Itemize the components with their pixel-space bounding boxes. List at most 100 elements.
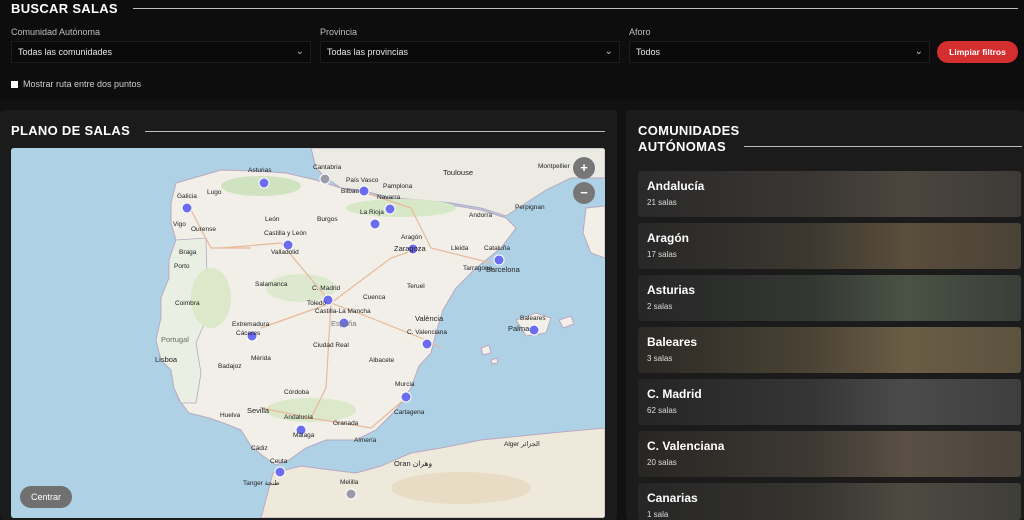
map-label-teruel: Teruel — [407, 283, 425, 290]
community-card-c-madrid[interactable]: C. Madrid 62 salas — [638, 379, 1021, 425]
map-label-espana: España — [331, 319, 357, 328]
community-card-asturias[interactable]: Asturias 2 salas — [638, 275, 1021, 321]
map-label-perpignan: Perpignan — [515, 204, 545, 211]
community-card-aragon[interactable]: Aragón 17 salas — [638, 223, 1021, 269]
map-label-navarra: Navarra — [377, 194, 401, 201]
map-label-extremadura: Extremadura — [232, 321, 270, 328]
map-view[interactable]: Asturias Cantabria País Vasco Navarra La… — [11, 148, 605, 518]
community-card-name: Asturias — [647, 283, 696, 297]
map-label-andalucia: Andalucía — [284, 414, 313, 421]
map-label-asturias: Asturias — [248, 167, 272, 174]
route-checkbox-label: Mostrar ruta entre dos puntos — [23, 79, 142, 89]
map-label-bilbao: Bilbao — [341, 188, 360, 195]
map-label-c-valenciana: C. Valenciana — [407, 329, 447, 336]
community-card-baleares[interactable]: Baleares 3 salas — [638, 327, 1021, 373]
map-label-ourense: Ourense — [191, 226, 216, 233]
clear-filters-button[interactable]: Limpiar filtros — [937, 41, 1018, 63]
map-label-burgos: Burgos — [317, 216, 338, 223]
map-label-castilla-leon: Castilla y León — [264, 230, 307, 237]
map-label-palma: Palma — [508, 324, 530, 333]
communities-title-line2: AUTÓNOMAS — [638, 139, 726, 154]
community-card-count: 21 salas — [647, 198, 677, 207]
communities-title-line1: COMUNIDADES — [638, 123, 740, 138]
map-label-braga: Braga — [179, 249, 197, 256]
community-card-count: 20 salas — [647, 458, 677, 467]
map-label-tarragona: Tarragona — [463, 265, 493, 272]
community-card-name: Baleares — [647, 335, 698, 349]
province-filter-label: Provincia — [320, 27, 358, 37]
community-card-count: 1 sala — [647, 510, 669, 519]
map-label-cataluna: Cataluña — [484, 245, 511, 252]
province-select-value: Todas las provincias — [327, 47, 409, 57]
capacity-select-value: Todos — [636, 47, 661, 57]
zoom-in-button[interactable]: + — [573, 157, 595, 179]
community-card-canarias[interactable]: Canarias 1 sala — [638, 483, 1021, 520]
communities-title-divider — [744, 146, 1022, 147]
map-label-toledo: Toledo — [307, 300, 327, 307]
map-label-ciudad-real: Ciudad Real — [313, 342, 349, 349]
community-select-value: Todas las comunidades — [18, 47, 113, 57]
map-label-andorra: Andorra — [469, 212, 493, 219]
map-label-galicia: Galicia — [177, 193, 197, 200]
map-label-alger: Alger الجزائر — [504, 441, 540, 448]
map-label-merida: Mérida — [251, 355, 271, 362]
map-label-montpellier: Montpellier — [538, 163, 570, 170]
map-label-coimbra: Coimbra — [175, 300, 200, 307]
map-label-porto: Porto — [174, 263, 190, 270]
search-title-divider — [133, 8, 1018, 9]
chevron-down-icon: ⌄ — [604, 46, 613, 57]
community-filter-label: Comunidad Autónoma — [11, 27, 101, 37]
center-map-button[interactable]: Centrar — [20, 486, 72, 508]
route-checkbox-row[interactable]: Mostrar ruta entre dos puntos — [11, 79, 141, 89]
chevron-down-icon: ⌄ — [295, 46, 304, 57]
map-label-portugal: Portugal — [161, 335, 189, 344]
community-card-c-valenciana[interactable]: C. Valenciana 20 salas — [638, 431, 1021, 477]
map-title-divider — [145, 131, 605, 132]
community-card-name: C. Valenciana — [647, 439, 725, 453]
map-label-granada: Granada — [333, 420, 359, 427]
map-label-cadiz: Cádiz — [251, 445, 268, 452]
map-label-oran: Oran وهران — [394, 459, 433, 468]
map-label-albacete: Albacete — [369, 357, 395, 364]
map-label-ceuta: Ceuta — [270, 458, 288, 465]
map-label-castilla-la-mancha: Castilla-La Mancha — [315, 308, 371, 315]
map-label-lleida: Lleida — [451, 245, 469, 252]
map-label-salamanca: Salamanca — [255, 281, 288, 288]
map-label-murcia: Murcia — [395, 381, 415, 388]
community-card-count: 3 salas — [647, 354, 673, 363]
community-card-count: 2 salas — [647, 302, 673, 311]
map-label-cuenca: Cuenca — [363, 294, 386, 301]
map-label-malaga: Málaga — [293, 432, 315, 439]
community-card-name: Andalucía — [647, 179, 705, 193]
community-card-count: 17 salas — [647, 250, 677, 259]
map-label-baleares: Baleares — [520, 315, 546, 322]
map-label-aragon: Aragón — [401, 234, 422, 241]
community-card-name: Aragón — [647, 231, 689, 245]
community-card-name: Canarias — [647, 491, 698, 505]
map-label-la-rioja: La Rioja — [360, 209, 384, 216]
map-label-almeria: Almería — [354, 437, 377, 444]
capacity-select[interactable]: Todos ⌄ — [629, 41, 930, 63]
map-label-toulouse: Toulouse — [443, 168, 474, 177]
community-card-name: C. Madrid — [647, 387, 702, 401]
map-label-leon: León — [265, 216, 280, 223]
map-label-cordoba: Córdoba — [284, 389, 309, 396]
map-label-cantabria: Cantabria — [313, 164, 342, 171]
map-label-c-madrid: C. Madrid — [312, 285, 341, 292]
map-label-badajoz: Badajoz — [218, 363, 242, 370]
map-label-vigo: Vigo — [173, 221, 186, 228]
map-label-zaragoza: Zaragoza — [394, 244, 426, 253]
community-card-andalucia[interactable]: Andalucía 21 salas — [638, 171, 1021, 217]
community-select[interactable]: Todas las comunidades ⌄ — [11, 41, 311, 63]
map-label-huelva: Huelva — [220, 412, 241, 419]
chevron-down-icon: ⌄ — [914, 46, 923, 57]
route-checkbox[interactable] — [11, 81, 18, 89]
map-label-lisboa: Lisboa — [155, 355, 178, 364]
map-label-valladolid: Valladolid — [271, 249, 299, 256]
map-label-melilla: Melilla — [340, 479, 359, 486]
zoom-out-button[interactable]: − — [573, 182, 595, 204]
map-label-caceres: Cáceres — [236, 330, 261, 337]
map-label-sevilla: Sevilla — [247, 406, 270, 415]
community-card-count: 62 salas — [647, 406, 677, 415]
province-select[interactable]: Todas las provincias ⌄ — [320, 41, 620, 63]
